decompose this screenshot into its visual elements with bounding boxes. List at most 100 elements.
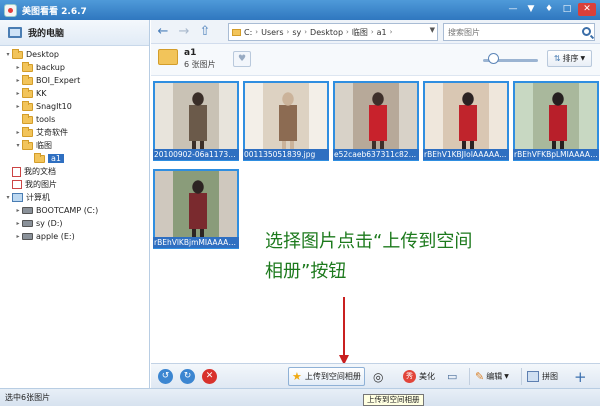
collage-button[interactable]: 拼图 (527, 367, 558, 386)
tree-item[interactable]: ▸ SnagIt10 (0, 100, 149, 113)
thumbnail-grid: JPG20100902-06a11732...JPG001135051839.j… (151, 77, 600, 363)
add-icon[interactable]: + (574, 367, 587, 386)
expand-icon[interactable]: ▸ (14, 103, 22, 110)
expand-icon[interactable]: ▸ (14, 129, 22, 136)
chevron-down-icon: ▼ (504, 373, 509, 380)
expand-icon[interactable]: ▸ (14, 77, 22, 84)
breadcrumb-separator-icon[interactable]: › (255, 28, 258, 36)
skin-icon[interactable]: ▼ (524, 3, 538, 16)
sidebar: 我的电脑 ▾ Desktop ▸ backup ▸ BOI_Expert ▸ KK ▸ SnagI… (0, 20, 150, 388)
folder-icon (22, 87, 33, 98)
tree-item[interactable]: ▸ backup (0, 61, 149, 74)
minimize-icon[interactable]: — (506, 3, 520, 16)
folder-icon (34, 152, 45, 163)
drive-icon (22, 220, 33, 227)
forward-arrow-icon[interactable]: → (175, 23, 193, 41)
sort-button[interactable]: ⇅ 排序 ▼ (547, 50, 592, 67)
photo-image (155, 171, 237, 247)
tree-item[interactable]: tools (0, 113, 149, 126)
beautify-button[interactable]: 秀 美化 (403, 367, 435, 386)
tree-item[interactable]: ▸ apple (E:) (0, 230, 149, 243)
pencil-icon: ✎ (475, 370, 485, 383)
breadcrumb-separator-icon[interactable]: › (304, 28, 307, 36)
tree-item[interactable]: 我的文档 (0, 165, 149, 178)
tree-item[interactable]: ▸ KK (0, 87, 149, 100)
breadcrumb-item[interactable]: Desktop (310, 28, 343, 37)
thumbnail-filename[interactable]: rBEhV1KBJIoIAAAAA... (423, 149, 509, 160)
breadcrumb-separator-icon[interactable]: › (287, 28, 290, 36)
breadcrumb-separator-icon[interactable]: › (371, 28, 374, 36)
address-bar[interactable]: C: › Users › sy › Desktop › 临图 › a1 › ▼ (228, 23, 438, 41)
drive-icon (22, 233, 33, 240)
tree-item-label: SnagIt10 (36, 102, 72, 111)
edit-label: 编辑 (486, 372, 503, 381)
expand-icon[interactable]: ▸ (14, 233, 22, 240)
chevron-down-icon[interactable]: ▼ (430, 26, 435, 34)
shirt-icon[interactable]: ♦ (542, 3, 556, 16)
thumbnail-filename[interactable]: 001135051839.jpg (243, 149, 329, 160)
navigation-bar: ← → ⇧ C: › Users › sy › Desktop › 临图 › a1 › ▼ (151, 20, 600, 44)
breadcrumb-item[interactable]: a1 (377, 28, 387, 37)
rotate-right-icon[interactable]: ↻ (180, 369, 195, 384)
folder-icon (22, 139, 33, 150)
tree-item-label: 艾奇软件 (36, 128, 68, 137)
expand-icon[interactable]: ▸ (14, 207, 22, 214)
maximize-icon[interactable]: □ (560, 3, 574, 16)
search-input[interactable] (444, 24, 574, 40)
my-computer-header[interactable]: 我的电脑 (0, 20, 149, 46)
tree-item[interactable]: ▾ 临图 (0, 139, 149, 152)
collapse-icon[interactable]: ▾ (4, 194, 12, 201)
collapse-icon[interactable]: ▾ (4, 51, 12, 58)
thumbnail-filename[interactable]: e52caeb637311c824... (333, 149, 419, 160)
breadcrumb-item[interactable]: C: (244, 28, 252, 37)
search-box[interactable] (443, 23, 595, 41)
folder-icon (12, 48, 23, 59)
expand-icon[interactable]: ▸ (14, 220, 22, 227)
tree-item[interactable]: ▸ sy (D:) (0, 217, 149, 230)
tree-item-label: BOI_Expert (36, 76, 81, 85)
app-logo-icon (4, 3, 17, 17)
zoom-slider-thumb[interactable] (487, 53, 499, 64)
up-folder-icon[interactable]: ⇧ (196, 23, 214, 41)
tree-item[interactable]: 我的图片 (0, 178, 149, 191)
tree-item[interactable]: ▾ 计算机 (0, 191, 149, 204)
back-arrow-icon[interactable]: ← (154, 23, 172, 41)
collapse-icon[interactable]: ▾ (14, 142, 22, 149)
tree-item[interactable]: ▸ BOI_Expert (0, 74, 149, 87)
star-icon: ★ (292, 370, 302, 383)
thumbnail-filename[interactable]: rBEhVlKBjmMIAAAAA... (153, 237, 239, 248)
breadcrumb-separator-icon[interactable]: › (390, 28, 393, 36)
close-icon[interactable]: ✕ (578, 3, 596, 16)
breadcrumb-item[interactable]: Users (261, 28, 283, 37)
bottom-toolbar: ↺ ↻ ✕ ★ 上传到空间相册 ◎ 秀 美化 ▭ ✎ 编辑 ▼ 拼图 + (151, 363, 600, 388)
expand-icon[interactable]: ▸ (14, 64, 22, 71)
expand-icon[interactable]: ▸ (14, 90, 22, 97)
tree-item-label: KK (36, 89, 47, 98)
search-icon[interactable] (582, 27, 591, 36)
breadcrumb-separator-icon[interactable]: › (346, 28, 349, 36)
breadcrumb-item[interactable]: 临图 (352, 27, 368, 38)
folder-info-bar: a1 6 张图片 ♥ ⇅ 排序 ▼ (151, 44, 600, 76)
slideshow-icon: ▭ (447, 370, 458, 383)
tree-item-label: a1 (48, 154, 64, 163)
thumbnail-filename[interactable]: rBEhVFKBpLMIAAAAA... (513, 149, 599, 160)
rotate-left-icon[interactable]: ↺ (158, 369, 173, 384)
tree-item[interactable]: ▸ BOOTCAMP (C:) (0, 204, 149, 217)
slideshow-button[interactable]: ▭ (447, 367, 457, 386)
breadcrumb-item[interactable]: sy (292, 28, 301, 37)
favorite-heart-button[interactable]: ♥ (233, 51, 251, 67)
tree-item[interactable]: a1 (0, 152, 149, 165)
tree-item[interactable]: ▾ Desktop (0, 48, 149, 61)
thumbnail-filename[interactable]: 20100902-06a11732... (153, 149, 239, 160)
edit-button[interactable]: ✎ 编辑 ▼ (475, 367, 509, 386)
tree-item-label: 我的文档 (24, 167, 56, 176)
delete-icon[interactable]: ✕ (202, 369, 217, 384)
sort-icon: ⇅ (553, 54, 561, 63)
weibo-icon: ◎ (373, 369, 384, 384)
status-bar: 选中6张图片 (0, 388, 600, 406)
upload-to-space-album-button[interactable]: ★ 上传到空间相册 (288, 367, 365, 386)
weibo-share-button[interactable]: ◎ (373, 367, 383, 386)
upload-tooltip: 上传到空间相册 (363, 394, 424, 406)
tree-item[interactable]: ▸ 艾奇软件 (0, 126, 149, 139)
folder-tree: ▾ Desktop ▸ backup ▸ BOI_Expert ▸ KK ▸ SnagIt10 to… (0, 46, 149, 243)
